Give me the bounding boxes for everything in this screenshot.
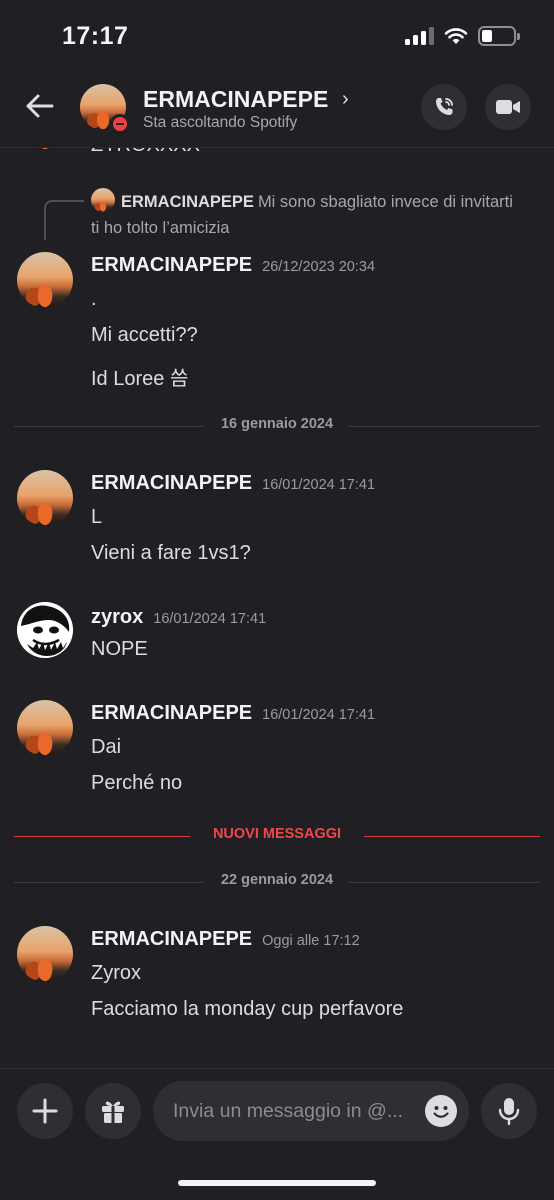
plus-icon xyxy=(32,1098,58,1124)
avatar[interactable] xyxy=(17,148,73,150)
message-author[interactable]: zyrox 16/01/2024 17:41 xyxy=(91,606,266,629)
message-input[interactable]: Invia un messaggio in @... xyxy=(153,1081,469,1141)
gift-button[interactable] xyxy=(85,1083,141,1139)
date-divider: 22 gennaio 2024 xyxy=(14,872,540,892)
avatar[interactable] xyxy=(17,926,73,982)
attach-button[interactable] xyxy=(17,1083,73,1139)
dnd-status-icon xyxy=(110,114,130,134)
message-timestamp: 16/01/2024 17:41 xyxy=(262,707,376,723)
reply-connector xyxy=(44,200,84,240)
status-bar: 17:17 xyxy=(0,0,554,72)
new-messages-divider: NUOVI MESSAGGI xyxy=(14,826,540,846)
avatar[interactable] xyxy=(17,700,73,756)
home-indicator[interactable] xyxy=(178,1180,376,1186)
cellular-signal-icon xyxy=(405,27,434,45)
phone-call-icon xyxy=(436,98,453,115)
message-text: ZYROXXXX xyxy=(91,148,200,157)
joker-avatar-image xyxy=(17,602,73,658)
wifi-icon xyxy=(444,28,468,44)
emoji-icon[interactable] xyxy=(425,1095,457,1127)
message-text: L xyxy=(91,506,103,528)
header-activity-status: Sta ascoltando Spotify xyxy=(143,114,298,131)
back-arrow-icon[interactable] xyxy=(22,88,58,124)
video-camera-icon xyxy=(496,100,520,114)
video-call-button[interactable] xyxy=(485,84,531,130)
message-text: Perché no xyxy=(91,772,183,794)
voice-message-button[interactable] xyxy=(481,1083,537,1139)
chevron-right-icon[interactable]: › xyxy=(342,88,349,111)
channel-header: ERMACINAPEPE › Sta ascoltando Spotify xyxy=(0,72,554,148)
message-timestamp: 16/01/2024 17:41 xyxy=(262,477,376,493)
message-text: . xyxy=(91,288,97,310)
message-input-placeholder: Invia un messaggio in @... xyxy=(173,1099,404,1122)
message-text: Dai xyxy=(91,736,122,758)
reply-preview[interactable]: ERMACINAPEPE Mi sono sbagliato invece di … xyxy=(91,188,521,241)
date-divider: 16 gennaio 2024 xyxy=(14,416,540,436)
message-author[interactable]: ERMACINAPEPE Oggi alle 17:12 xyxy=(91,928,360,951)
header-username[interactable]: ERMACINAPEPE xyxy=(143,86,328,113)
status-icons xyxy=(405,26,520,46)
message-list[interactable]: ZYROXXXX ERMACINAPEPEMi sono sbagliato i… xyxy=(0,148,554,1068)
reply-author: ERMACINAPEPE xyxy=(121,193,254,211)
gift-icon xyxy=(102,1101,124,1123)
message-timestamp: 26/12/2023 20:34 xyxy=(262,259,376,275)
status-time: 17:17 xyxy=(62,22,129,50)
message-text: Id Loree 씀 xyxy=(91,368,189,390)
message-text: Vieni a fare 1vs1? xyxy=(91,542,251,564)
message-text: Facciamo la monday cup perfavore xyxy=(91,998,404,1020)
message-author[interactable]: ERMACINAPEPE 16/01/2024 17:41 xyxy=(91,702,375,725)
message-text: Mi accetti?? xyxy=(91,324,198,346)
voice-call-button[interactable] xyxy=(421,84,467,130)
message-author[interactable]: ERMACINAPEPE 26/12/2023 20:34 xyxy=(91,254,375,277)
avatar[interactable] xyxy=(17,602,73,658)
battery-icon xyxy=(478,26,520,46)
avatar[interactable] xyxy=(17,470,73,526)
message-text: Zyrox xyxy=(91,962,141,984)
message-author[interactable]: ERMACINAPEPE 16/01/2024 17:41 xyxy=(91,472,375,495)
reply-avatar xyxy=(91,188,115,212)
avatar[interactable] xyxy=(17,252,73,308)
message-timestamp: 16/01/2024 17:41 xyxy=(153,611,267,627)
header-avatar[interactable] xyxy=(80,84,130,134)
message-text: NOPE xyxy=(91,638,148,660)
microphone-icon xyxy=(498,1098,520,1126)
message-timestamp: Oggi alle 17:12 xyxy=(262,933,360,949)
